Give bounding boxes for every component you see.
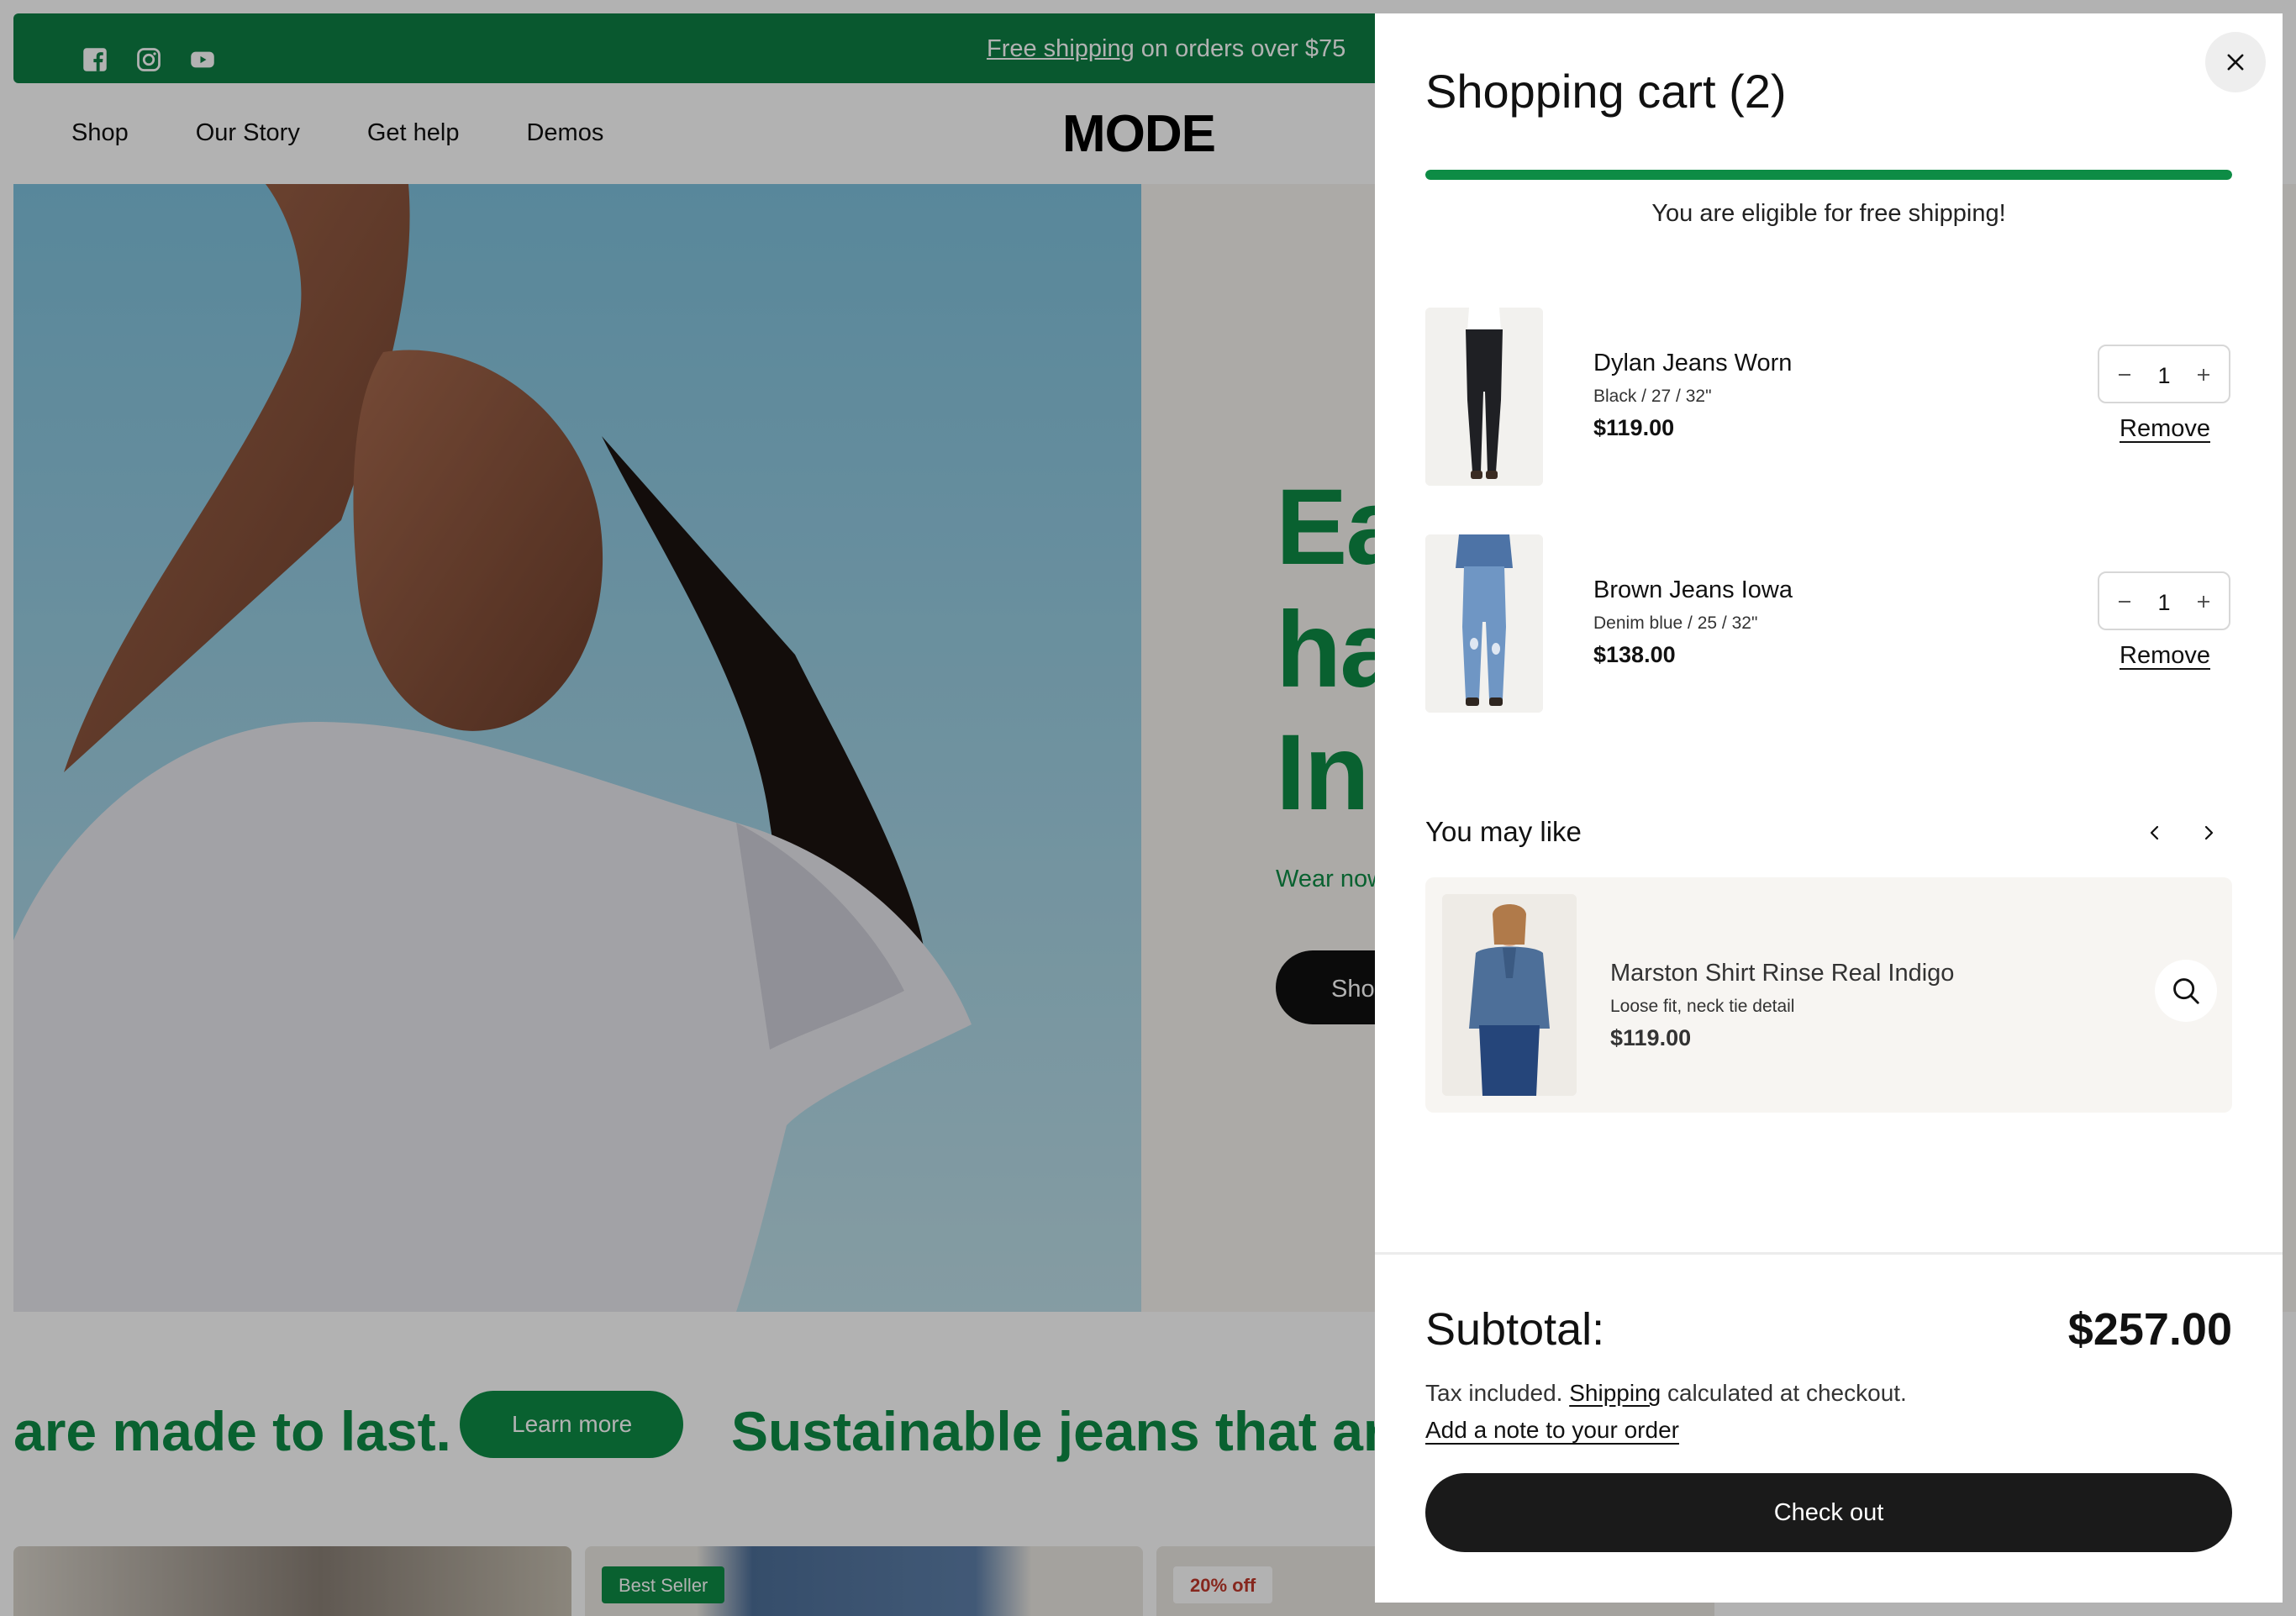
shipping-policy-link[interactable]: Shipping bbox=[1569, 1380, 1661, 1406]
checkout-button[interactable]: Check out bbox=[1425, 1473, 2232, 1552]
quantity-stepper: 1 bbox=[2098, 345, 2230, 403]
plus-icon bbox=[2198, 596, 2209, 608]
recommendation-description: Loose fit, neck tie detail bbox=[1610, 997, 1795, 1016]
remove-item-link[interactable]: Remove bbox=[2120, 642, 2210, 670]
cart-item-variant: Denim blue / 25 / 32" bbox=[1593, 613, 1758, 633]
cart-item-name[interactable]: Brown Jeans Iowa bbox=[1593, 576, 1793, 604]
subtotal-label: Subtotal: bbox=[1425, 1304, 1605, 1355]
recommendations-next-button[interactable] bbox=[2192, 816, 2225, 850]
product-thumbnail[interactable] bbox=[1425, 534, 1543, 713]
cart-item-name[interactable]: Dylan Jeans Worn bbox=[1593, 350, 1792, 377]
plus-icon bbox=[2198, 369, 2209, 381]
subtotal-value: $257.00 bbox=[2067, 1304, 2232, 1355]
cart-item-variant: Black / 27 / 32" bbox=[1593, 387, 1712, 406]
cart-drawer: Shopping cart (2) You are eligible for f… bbox=[1375, 13, 2283, 1603]
recommendation-name[interactable]: Marston Shirt Rinse Real Indigo bbox=[1610, 960, 1954, 987]
product-thumbnail[interactable] bbox=[1425, 308, 1543, 486]
jeans-black-image bbox=[1425, 308, 1543, 486]
remove-item-link[interactable]: Remove bbox=[2120, 415, 2210, 443]
recommendations-title: You may like bbox=[1425, 816, 1582, 847]
jeans-blue-image bbox=[1425, 534, 1543, 713]
cart-item-price: $119.00 bbox=[1593, 415, 1675, 440]
cart-item-price: $138.00 bbox=[1593, 642, 1676, 667]
cart-item: Brown Jeans Iowa Denim blue / 25 / 32" $… bbox=[1425, 534, 2232, 713]
cart-title: Shopping cart (2) bbox=[1425, 65, 1787, 118]
close-icon bbox=[2227, 54, 2244, 71]
increase-quantity-button[interactable] bbox=[2188, 587, 2219, 617]
add-order-note-link[interactable]: Add a note to your order bbox=[1425, 1417, 1679, 1444]
chevron-left-icon bbox=[2150, 825, 2159, 840]
cart-item: Dylan Jeans Worn Black / 27 / 32" $119.0… bbox=[1425, 308, 2232, 486]
close-cart-button[interactable] bbox=[2205, 32, 2266, 92]
free-shipping-message: You are eligible for free shipping! bbox=[1651, 200, 2006, 227]
shirt-model-image bbox=[1442, 894, 1577, 1096]
recommendations-prev-button[interactable] bbox=[2138, 816, 2172, 850]
quantity-stepper: 1 bbox=[2098, 571, 2230, 630]
increase-quantity-button[interactable] bbox=[2188, 360, 2219, 390]
free-shipping-progress bbox=[1425, 170, 2232, 180]
recommendation-thumbnail[interactable] bbox=[1442, 894, 1577, 1096]
tax-note: Tax included. Shipping calculated at che… bbox=[1425, 1380, 1907, 1407]
recommendation-price: $119.00 bbox=[1610, 1025, 1692, 1050]
quick-view-button[interactable] bbox=[2155, 960, 2217, 1022]
search-icon bbox=[2173, 978, 2199, 1004]
recommendation-card[interactable]: Marston Shirt Rinse Real Indigo Loose fi… bbox=[1425, 877, 2232, 1113]
chevron-right-icon bbox=[2204, 825, 2214, 840]
progress-fill bbox=[1425, 170, 2232, 180]
cart-footer-divider bbox=[1375, 1252, 2283, 1255]
tax-prefix: Tax included. bbox=[1425, 1380, 1570, 1406]
tax-suffix: calculated at checkout. bbox=[1661, 1380, 1907, 1406]
